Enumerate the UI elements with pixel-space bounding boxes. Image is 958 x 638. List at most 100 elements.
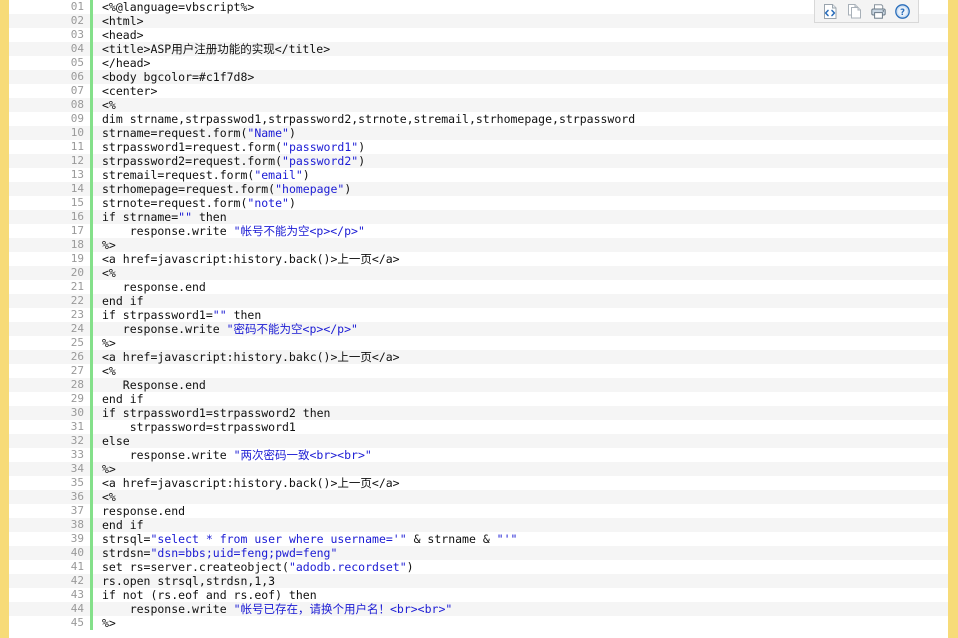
code-line: 44 response.write "帐号已存在，请换个用户名！<br><br>… [9, 602, 948, 616]
code-text: <% [93, 266, 116, 280]
code-line: 26 <a href=javascript:history.bakc()>上一页<… [9, 350, 948, 364]
code-text: end if [93, 392, 144, 406]
code-line: 04 <title>ASP用户注册功能的实现</title> [9, 42, 948, 56]
line-number: 41 [70, 560, 84, 573]
code-text: <a href=javascript:history.back()>上一页</a… [93, 252, 400, 266]
code-line: 05 </head> [9, 56, 948, 70]
line-number: 38 [70, 518, 84, 531]
code-string-literal: "note" [247, 196, 289, 210]
code-viewer-page: 01 <%@language=vbscript%> 02 <html> 03 <head>… [0, 0, 958, 638]
code-token: if strpassword1= [102, 308, 213, 322]
line-number: 09 [70, 112, 84, 125]
code-line: 18 %> [9, 238, 948, 252]
code-text: <body bgcolor=#c1f7d8> [93, 70, 254, 84]
code-token: %> [102, 238, 116, 252]
page-right-margin-stripe [948, 0, 958, 638]
code-token: strpassword2=request.form( [102, 154, 283, 168]
code-text: strnote=request.form("note") [93, 196, 296, 210]
code-string-literal: "homepage" [275, 182, 345, 196]
code-string-literal: "password2" [282, 154, 359, 168]
line-number: 36 [70, 490, 84, 503]
code-text: </head> [93, 56, 150, 70]
code-token: end if [102, 518, 144, 532]
line-number: 10 [70, 126, 84, 139]
code-token: response.write [102, 448, 234, 462]
line-number: 22 [70, 294, 84, 307]
code-line: 13 stremail=request.form("email") [9, 168, 948, 182]
code-token: strpassword1=request.form( [102, 140, 283, 154]
code-token: ) [302, 168, 310, 182]
code-line: 03 <head> [9, 28, 948, 42]
help-icon[interactable]: ? [893, 2, 913, 21]
code-line: 23 if strpassword1="" then [9, 308, 948, 322]
code-token: ) [358, 154, 366, 168]
code-listing: 01 <%@language=vbscript%> 02 <html> 03 <head>… [9, 0, 948, 638]
code-line: 42 rs.open strsql,strdsn,1,3 [9, 574, 948, 588]
code-line: 29 end if [9, 392, 948, 406]
code-token: else [102, 434, 130, 448]
code-token: %> [102, 616, 116, 630]
code-string-literal: "两次密码一致<br><br>" [233, 448, 372, 462]
code-string-literal: "select * from user where username='" [150, 532, 407, 546]
line-number: 13 [70, 168, 84, 181]
line-number: 42 [70, 574, 84, 587]
line-number: 04 [70, 42, 84, 55]
code-token: ) [288, 196, 296, 210]
code-line: 34 %> [9, 462, 948, 476]
code-text: <a href=javascript:history.back()>上一页</a… [93, 476, 400, 490]
code-text: <title>ASP用户注册功能的实现</title> [93, 42, 330, 56]
code-token: ) [358, 140, 366, 154]
view-source-icon[interactable] [820, 2, 840, 21]
line-number: 32 [70, 434, 84, 447]
code-text: set rs=server.createobject("adodb.record… [93, 560, 414, 574]
code-text: strpassword1=request.form("password1") [93, 140, 365, 154]
code-token: <% [102, 490, 116, 504]
code-token: %> [102, 462, 116, 476]
code-line: 02 <html> [9, 14, 948, 28]
code-text: if strpassword1=strpassword2 then [93, 406, 330, 420]
code-text: %> [93, 616, 116, 630]
line-number: 06 [70, 70, 84, 83]
code-text: <head> [93, 28, 144, 42]
code-line: 25 %> [9, 336, 948, 350]
code-token: <head> [102, 28, 144, 42]
code-text: <html> [93, 14, 144, 28]
line-number: 37 [70, 504, 84, 517]
line-number: 07 [70, 84, 84, 97]
code-text: %> [93, 462, 116, 476]
code-token: <title>ASP用户注册功能的实现</title> [102, 42, 331, 56]
code-line: 15 strnote=request.form("note") [9, 196, 948, 210]
code-line: 36 <% [9, 490, 948, 504]
line-number: 34 [70, 462, 84, 475]
code-token: <a href=javascript:history.bakc()>上一页</a… [102, 350, 400, 364]
code-string-literal: "密码不能为空<p></p>" [226, 322, 358, 336]
code-line: 24 response.write "密码不能为空<p></p>" [9, 322, 948, 336]
line-number: 14 [70, 182, 84, 195]
code-text: strname=request.form("Name") [93, 126, 296, 140]
code-token: then [226, 308, 262, 322]
code-line: 32 else [9, 434, 948, 448]
code-text: response.write "帐号不能为空<p></p>" [93, 224, 365, 238]
code-line: 21 response.end [9, 280, 948, 294]
line-number: 33 [70, 448, 84, 461]
code-token: </head> [102, 56, 151, 70]
code-token: <body bgcolor=#c1f7d8> [102, 70, 255, 84]
line-number: 40 [70, 546, 84, 559]
code-token: strsql= [102, 532, 151, 546]
code-line: 20 <% [9, 266, 948, 280]
line-number: 08 [70, 98, 84, 111]
line-number: 15 [70, 196, 84, 209]
code-token: Response.end [102, 378, 206, 392]
code-text: end if [93, 294, 144, 308]
line-number: 03 [70, 28, 84, 41]
code-line: 22 end if [9, 294, 948, 308]
code-string-literal: "adodb.recordset" [288, 560, 407, 574]
print-icon[interactable] [869, 2, 889, 21]
code-token: stremail=request.form( [102, 168, 255, 182]
code-text: response.write "帐号已存在，请换个用户名！<br><br>" [93, 602, 453, 616]
copy-icon[interactable] [844, 2, 864, 21]
code-line: 14 strhomepage=request.form("homepage") [9, 182, 948, 196]
code-token: end if [102, 294, 144, 308]
code-token: response.write [102, 602, 234, 616]
code-token: response.write [102, 322, 227, 336]
